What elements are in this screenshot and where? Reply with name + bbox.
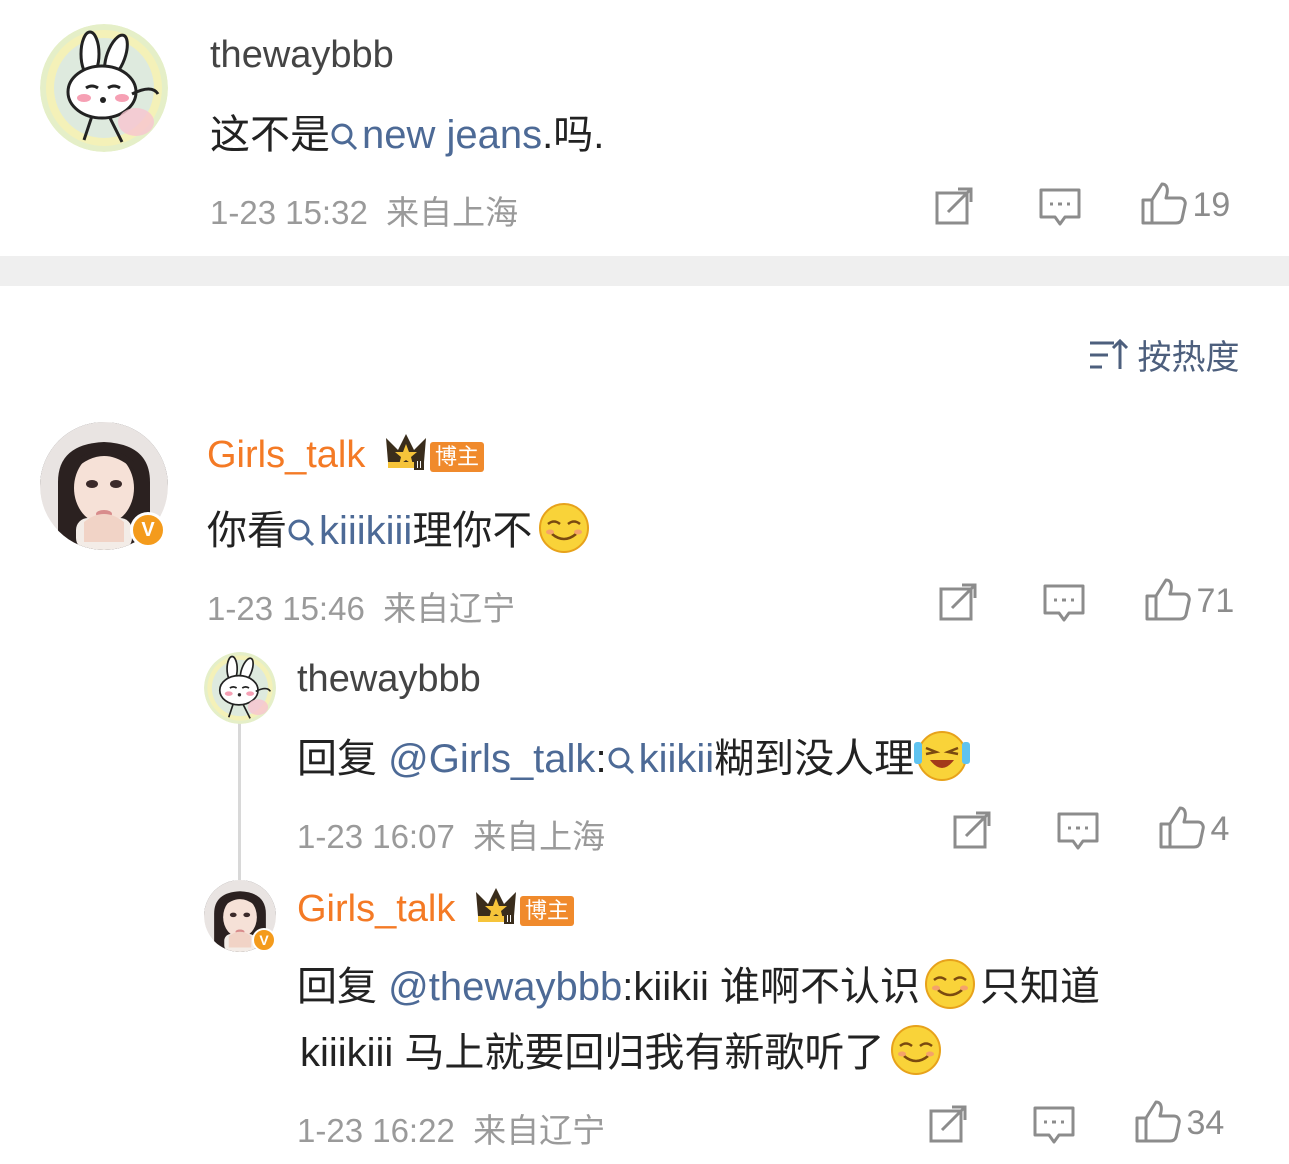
like-count: 71 — [1196, 582, 1235, 620]
like-count: 19 — [1192, 186, 1231, 224]
username-label: Girls_talk — [297, 888, 456, 931]
location: 来自上海 — [386, 194, 519, 231]
timestamp: 1-23 16:22 — [297, 1112, 455, 1149]
like-button[interactable]: 4 — [1158, 804, 1229, 855]
verified-badge: V — [252, 928, 276, 952]
mention-link[interactable]: @Girls_talk — [388, 737, 595, 781]
reply-prefix: 回复 — [297, 737, 377, 781]
comment-text: 这不是 new jeans.吗. — [210, 102, 604, 162]
search-icon — [607, 741, 637, 786]
comment-icon[interactable] — [1056, 808, 1100, 857]
thread-connector — [238, 722, 241, 880]
like-count: 4 — [1210, 810, 1230, 848]
reply-username[interactable]: thewaybbb — [297, 658, 481, 701]
author-badge: 博主 — [519, 896, 574, 926]
comment-meta: 1-23 15:46 来自辽宁 — [207, 582, 515, 630]
reply-text: kiiikiii 马上就要回归我有新歌听了 — [300, 1031, 885, 1075]
like-icon — [1134, 1098, 1182, 1149]
smile-emoji-icon — [890, 1024, 942, 1086]
comment-username[interactable]: Girls_talk 博主 — [207, 432, 484, 482]
reply-text-suffix: 只知道 — [980, 965, 1100, 1009]
comment-text-prefix: 这不是 — [210, 113, 330, 157]
sort-toggle[interactable]: 按热度 — [1088, 330, 1239, 382]
mention-link[interactable]: @thewaybbb — [388, 965, 622, 1009]
reply-text: 回复 @Girls_talk: kiikii糊到没人理 — [297, 726, 972, 794]
repost-icon[interactable] — [928, 1102, 970, 1149]
smile-emoji-icon — [538, 502, 590, 564]
sort-icon — [1088, 337, 1129, 382]
location: 来自辽宁 — [383, 590, 516, 627]
comment-meta: 1-23 15:32 来自上海 — [210, 186, 518, 234]
comment-text: 你看 kiiikiii理你不 — [207, 498, 590, 564]
like-button[interactable]: 34 — [1134, 1098, 1224, 1149]
topic-link[interactable]: kiikii — [607, 737, 715, 781]
verified-badge: V — [130, 512, 166, 548]
comment-icon[interactable] — [1042, 580, 1086, 629]
username-label: Girls_talk — [207, 434, 366, 477]
like-icon — [1140, 180, 1188, 231]
smile-emoji-icon — [924, 958, 976, 1020]
sort-label: 按热度 — [1137, 339, 1240, 377]
like-icon — [1158, 804, 1206, 855]
reply-meta: 1-23 16:07 来自上海 — [297, 810, 605, 858]
comment-icon[interactable] — [1032, 1102, 1076, 1151]
like-button[interactable]: 71 — [1144, 576, 1234, 627]
reply-text-line2: kiiikiii 马上就要回归我有新歌听了 — [300, 1020, 942, 1086]
search-icon — [287, 513, 317, 558]
reply-colon: : — [595, 737, 607, 781]
reply-meta: 1-23 16:22 来自辽宁 — [297, 1104, 605, 1152]
repost-icon[interactable] — [938, 580, 980, 627]
comment-icon[interactable] — [1038, 184, 1082, 233]
location: 来自辽宁 — [473, 1112, 606, 1149]
search-icon — [330, 117, 360, 162]
avatar[interactable] — [40, 24, 168, 152]
reply-text-line1: 回复 @thewaybbb:kiikii 谁啊不认识 只知道 — [297, 954, 1100, 1020]
location: 来自上海 — [473, 818, 606, 855]
timestamp: 1-23 15:46 — [207, 590, 365, 627]
timestamp: 1-23 16:07 — [297, 818, 455, 855]
topic-link-label: kiikii — [638, 737, 715, 781]
comment-text-suffix: 理你不 — [412, 509, 533, 553]
laugh-emoji-icon — [912, 728, 972, 794]
reply-prefix: 回复 — [297, 965, 377, 1009]
repost-icon[interactable] — [934, 184, 976, 231]
section-divider — [0, 256, 1289, 286]
timestamp: 1-23 15:32 — [210, 194, 368, 231]
topic-link[interactable]: kiiikiii — [287, 509, 412, 553]
topic-link-label: kiiikiii — [319, 509, 413, 553]
avatar[interactable] — [204, 652, 276, 724]
reply-text-suffix: 糊到没人理 — [714, 737, 915, 781]
comment-username[interactable]: thewaybbb — [210, 34, 394, 77]
topic-link-label: new jeans — [362, 113, 543, 157]
comment-text-prefix: 你看 — [207, 509, 287, 553]
topic-link[interactable]: new jeans — [330, 113, 542, 157]
crown-icon — [384, 432, 430, 482]
like-button[interactable]: 19 — [1140, 180, 1230, 231]
author-badge: 博主 — [429, 442, 484, 472]
repost-icon[interactable] — [952, 808, 994, 855]
like-count: 34 — [1186, 1104, 1225, 1142]
reply-text: :kiikii 谁啊不认识 — [622, 965, 920, 1009]
like-icon — [1144, 576, 1192, 627]
comment-text-suffix: .吗. — [542, 113, 605, 157]
reply-username[interactable]: Girls_talk 博主 — [297, 886, 574, 936]
crown-icon — [474, 886, 520, 936]
